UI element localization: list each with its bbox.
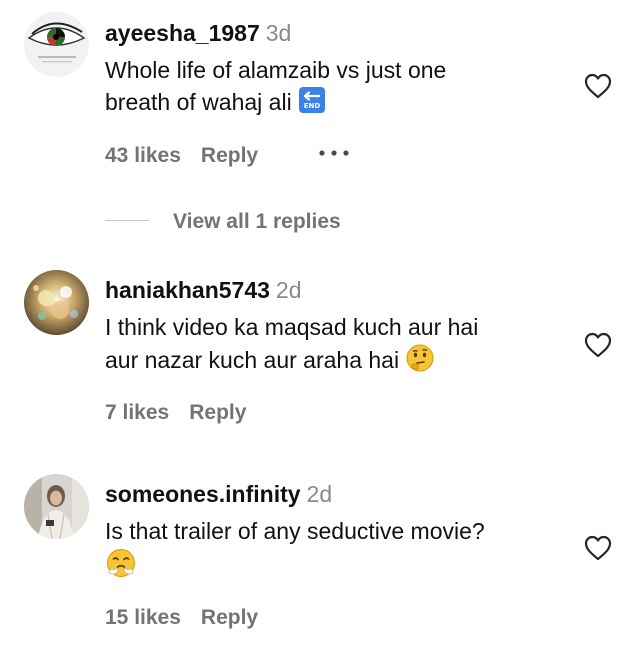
comment-text: aur nazar kuch aur araha hai — [105, 347, 400, 374]
comment-header: haniakhan5743 2d — [105, 276, 575, 304]
comment-header: ayeesha_1987 3d — [105, 19, 575, 47]
comment-actions: 7 likes Reply — [105, 400, 246, 426]
comment-text: breath of wahaj ali — [105, 89, 292, 116]
view-replies-button[interactable]: View all 1 replies — [105, 208, 341, 236]
comment-text-line: I think video ka maqsad kuch aur hai — [105, 314, 479, 340]
reply-button[interactable]: Reply — [189, 401, 246, 424]
face-with-steam-emoji — [105, 547, 137, 587]
avatar[interactable] — [24, 270, 89, 335]
comments-list: ayeesha_1987 3d Whole life of alamzaib vs… — [0, 0, 634, 664]
like-count[interactable]: 7 likes — [105, 401, 169, 424]
end-arrow-emoji: END — [298, 86, 326, 122]
timestamp: 2d — [306, 481, 333, 507]
comment-actions: 15 likes Reply — [105, 605, 258, 631]
reply-button[interactable]: Reply — [201, 144, 258, 167]
thinking-face-emoji — [405, 343, 435, 381]
replies-divider — [105, 219, 149, 221]
eye-flag-avatar-image — [24, 12, 89, 77]
timestamp: 3d — [265, 20, 292, 46]
thinking-face-emoji-image — [406, 344, 434, 372]
like-count[interactable]: 15 likes — [105, 606, 181, 629]
timestamp: 2d — [275, 277, 302, 303]
heart-outline-icon[interactable] — [583, 72, 613, 100]
heart-outline-icon[interactable] — [583, 331, 613, 359]
comment-text-line: aur nazar kuch aur araha hai — [105, 343, 575, 381]
avatar[interactable] — [24, 474, 89, 539]
username-link[interactable]: haniakhan5743 — [105, 277, 270, 303]
username-link[interactable]: someones.infinity — [105, 481, 301, 507]
more-options-icon[interactable] — [318, 149, 350, 157]
avatar[interactable] — [24, 12, 89, 77]
comment-actions: 43 likes Reply — [105, 143, 258, 169]
username-link[interactable]: ayeesha_1987 — [105, 20, 260, 46]
comment-text-line: breath of wahaj ali END — [105, 86, 575, 122]
face-with-steam-emoji-image — [107, 549, 135, 577]
reply-button[interactable]: Reply — [201, 606, 258, 629]
heart-outline-icon[interactable] — [583, 534, 613, 562]
end-label: END — [303, 102, 320, 110]
view-replies-label: View all 1 replies — [173, 210, 341, 233]
comment-text-line: Is that trailer of any seductive movie? — [105, 518, 485, 544]
sparkle-avatar-image — [24, 270, 89, 335]
comment-header: someones.infinity 2d — [105, 480, 575, 508]
comment-text-line — [105, 547, 575, 587]
person-photo-avatar-image — [24, 474, 89, 539]
like-count[interactable]: 43 likes — [105, 144, 181, 167]
comment-text-line: Whole life of alamzaib vs just one — [105, 57, 447, 83]
end-arrow-emoji-image: END — [298, 87, 325, 113]
